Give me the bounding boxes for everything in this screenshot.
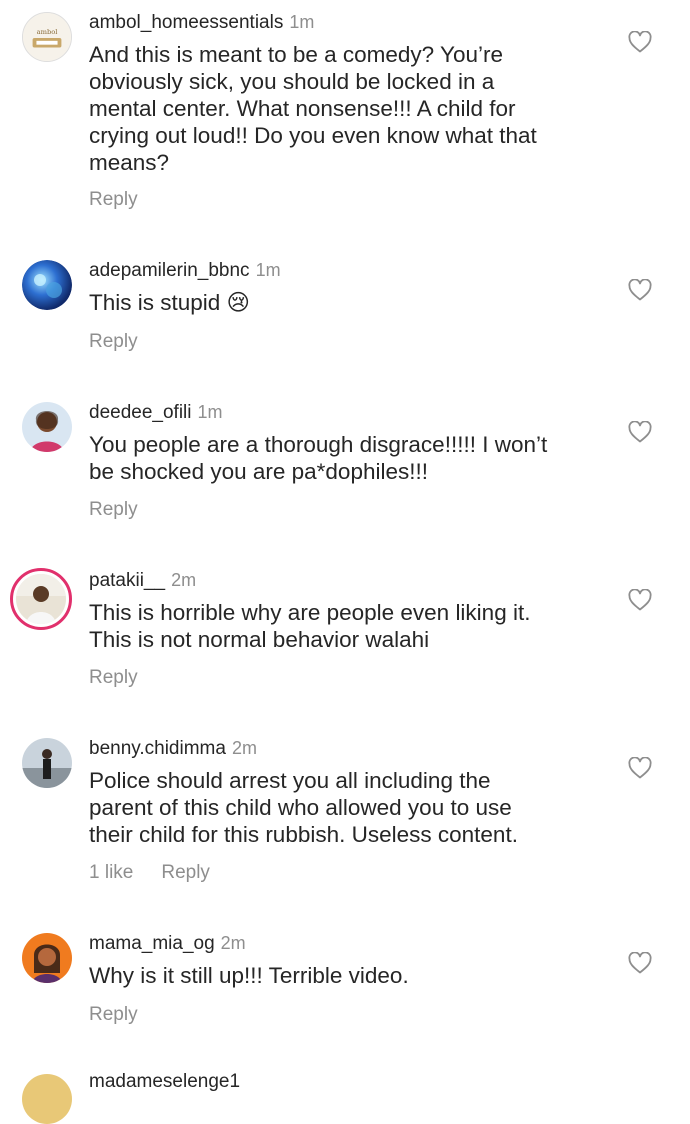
timestamp: 1m (289, 12, 315, 32)
heart-outline-icon[interactable] (628, 952, 652, 974)
username[interactable]: mama_mia_og (89, 933, 215, 954)
comment-text: You people are a thorough disgrace!!!!! … (89, 432, 548, 484)
reply-button[interactable]: Reply (89, 499, 138, 520)
timestamp: 2m (171, 570, 197, 590)
username[interactable]: ambol_homeessentials (89, 12, 283, 33)
comment-meta: ambol_homeessentials 1m (89, 10, 314, 35)
svg-text:ambol: ambol (37, 28, 58, 36)
avatar[interactable]: ambol (22, 12, 72, 62)
comment-meta: adepamilerin_bbnc 1m (89, 258, 281, 283)
timestamp: 1m (197, 402, 223, 422)
username[interactable]: patakii__ (89, 570, 165, 591)
avatar[interactable] (22, 1074, 72, 1124)
comment-text: This is horrible why are people even lik… (89, 600, 531, 652)
heart-outline-icon[interactable] (628, 279, 652, 301)
avatar[interactable] (22, 402, 72, 452)
comment-text: Why is it still up!!! Terrible video. (89, 963, 409, 988)
timestamp: 1m (255, 260, 281, 280)
avatar-story-ring[interactable] (10, 568, 72, 630)
comment-meta: mama_mia_og 2m (89, 931, 246, 956)
comment-actions: Reply (89, 188, 138, 212)
reply-button[interactable]: Reply (89, 331, 138, 352)
comment-text: Police should arrest you all including t… (89, 768, 518, 847)
username[interactable]: benny.chidimma (89, 738, 226, 759)
username[interactable]: deedee_ofili (89, 402, 191, 423)
likes-count[interactable]: 1 like (89, 862, 133, 883)
comment-text: And this is meant to be a comedy? You’re… (89, 42, 537, 175)
username[interactable]: adepamilerin_bbnc (89, 260, 250, 281)
comment-actions: Reply (89, 330, 138, 354)
timestamp: 2m (220, 933, 246, 953)
comment-meta: deedee_ofili 1m (89, 400, 223, 425)
comment-actions: Reply (89, 1003, 138, 1027)
reply-button[interactable]: Reply (89, 667, 138, 688)
avatar[interactable] (22, 738, 72, 788)
reply-button[interactable]: Reply (161, 862, 210, 883)
username[interactable]: madameselenge1 (89, 1070, 240, 1094)
comment-item-partial: madameselenge1 (0, 1070, 690, 1124)
comment-actions: 1 like Reply (89, 861, 210, 885)
comment-actions: Reply (89, 666, 138, 690)
timestamp: 2m (231, 738, 257, 758)
comment-actions: Reply (89, 498, 138, 522)
heart-outline-icon[interactable] (628, 421, 652, 443)
reply-button[interactable]: Reply (89, 1004, 138, 1025)
heart-outline-icon[interactable] (628, 31, 652, 53)
avatar[interactable] (22, 933, 72, 983)
reply-button[interactable]: Reply (89, 189, 138, 210)
heart-outline-icon[interactable] (628, 589, 652, 611)
avatar[interactable] (22, 260, 72, 310)
comment-text: This is stupid 😢 (89, 290, 251, 315)
comment-meta: patakii__ 2m (89, 568, 196, 593)
comment-meta: benny.chidimma 2m (89, 736, 257, 761)
heart-outline-icon[interactable] (628, 757, 652, 779)
